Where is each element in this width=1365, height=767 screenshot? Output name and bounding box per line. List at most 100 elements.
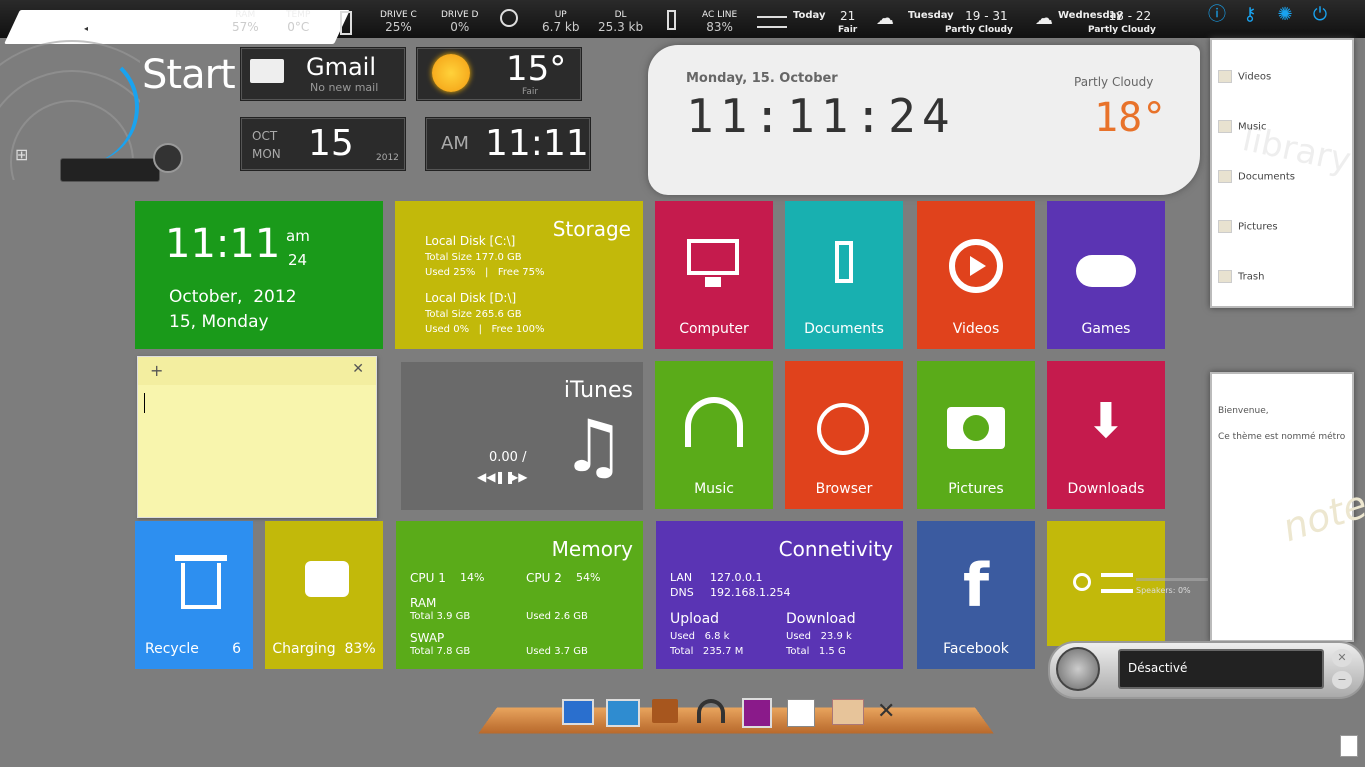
lan-label: LAN xyxy=(670,571,693,584)
date-widget: OCT MON 15 2012 xyxy=(241,118,405,170)
browser-tile[interactable]: Browser xyxy=(785,361,903,509)
dock-headphones-icon[interactable] xyxy=(697,699,725,723)
wind-icon xyxy=(757,16,787,28)
sticky-note[interactable]: + ✕ xyxy=(137,356,377,518)
notes-line1: Bienvenue, xyxy=(1218,406,1269,416)
notes-line2: Ce thème est nommé métro xyxy=(1218,432,1346,442)
notes-watermark: note xyxy=(1277,481,1365,551)
voice-close-icon[interactable]: ✕ xyxy=(1332,649,1352,667)
voice-status: Désactivé xyxy=(1128,661,1188,675)
swap-used: Used 3.7 GB xyxy=(526,646,588,657)
pictures-tile[interactable]: Pictures xyxy=(917,361,1035,509)
storage-tile[interactable]: Storage Local Disk [C:\] Total Size 177.… xyxy=(395,201,643,349)
recycle-tile[interactable]: Recycle 6 xyxy=(135,521,253,669)
facebook-tile[interactable]: f Facebook xyxy=(917,521,1035,669)
trash-lid xyxy=(175,555,227,561)
camera-lens xyxy=(963,415,989,441)
browser-label: Browser xyxy=(815,481,873,497)
windows-logo-icon[interactable]: ⊞ xyxy=(15,145,28,164)
dock-photo-icon[interactable] xyxy=(606,699,640,727)
tile-clock-seconds: 24 xyxy=(288,251,308,269)
videos-label: Videos xyxy=(952,321,1000,337)
prev-icon[interactable]: ◀◀ xyxy=(477,470,495,484)
recycle-bin-icon[interactable] xyxy=(1340,735,1358,757)
gamepad-icon xyxy=(1076,255,1136,287)
music-note-icon: ♫ xyxy=(561,404,626,488)
dock-calendar-icon[interactable] xyxy=(787,699,815,727)
computer-tile[interactable]: Computer xyxy=(655,201,773,349)
facebook-icon: f xyxy=(962,551,990,621)
radar-display xyxy=(60,158,160,182)
date-day: 15 xyxy=(308,123,354,164)
key-icon[interactable]: ⚷ xyxy=(1240,5,1260,25)
text-cursor[interactable] xyxy=(144,393,145,413)
library-item-documents[interactable]: Documents xyxy=(1218,170,1295,183)
memory-tile[interactable]: Memory CPU 1 14% CPU 2 54% RAM Total 3.9… xyxy=(396,521,643,669)
headphones-icon xyxy=(685,397,743,447)
gmail-title: Gmail xyxy=(306,53,377,81)
document-icon xyxy=(835,241,853,283)
corner-tab-arrow: ◂ xyxy=(84,24,89,33)
library-item-music[interactable]: Music xyxy=(1218,120,1266,133)
radar-knob[interactable] xyxy=(153,143,183,173)
power-icon[interactable]: ⏻ xyxy=(1310,5,1330,25)
stat-drive-d: DRIVE D 0% xyxy=(441,10,479,34)
upload-label: Upload xyxy=(670,611,720,627)
downloads-label: Downloads xyxy=(1067,481,1145,497)
paper-clock-widget: Monday, 15. October 11:11:24 Partly Clou… xyxy=(648,45,1200,195)
weather-temp: 15° xyxy=(506,49,567,89)
paper-time: 11:11:24 xyxy=(686,89,956,143)
paper-date: Monday, 15. October xyxy=(686,71,838,86)
play-triangle xyxy=(970,256,986,276)
gmail-widget[interactable]: Gmail No new mail xyxy=(241,48,405,100)
battery-icon xyxy=(667,10,676,30)
library-item-trash[interactable]: Trash xyxy=(1218,270,1264,283)
dock-shelf xyxy=(478,707,994,734)
voice-minimize-icon[interactable]: − xyxy=(1332,671,1352,689)
volume-tile[interactable] xyxy=(1047,521,1165,646)
storage-c-total: Total Size 177.0 GB xyxy=(425,252,522,263)
download-icon: ⬇ xyxy=(1085,393,1127,449)
videos-tile[interactable]: Videos xyxy=(917,201,1035,349)
globe-icon xyxy=(500,9,518,27)
dock-tools-icon[interactable]: ✕ xyxy=(877,699,905,725)
time-widget: AM 11:11 xyxy=(426,118,590,170)
globe-icon xyxy=(817,403,869,455)
stat-ac-line: AC LINE 83% xyxy=(702,10,738,34)
itunes-tile[interactable]: iTunes ♫ 0.00 / ◀◀ ❚❚ ▶▶ xyxy=(401,362,643,510)
computer-label: Computer xyxy=(679,321,749,337)
clock-tile[interactable]: 11:11 am 24 October, 2012 15, Monday xyxy=(135,201,383,349)
downloads-tile[interactable]: ⬇ Downloads xyxy=(1047,361,1165,509)
close-note-icon[interactable]: ✕ xyxy=(352,361,364,377)
storage-d-total: Total Size 265.6 GB xyxy=(425,309,522,320)
ram-label: RAM xyxy=(410,596,437,610)
dock-monitor-icon[interactable] xyxy=(562,699,594,725)
equalizer-icon xyxy=(1101,573,1133,593)
date-month: OCT xyxy=(252,129,278,143)
paper-condition: Partly Cloudy xyxy=(1074,75,1154,89)
stat-ram: RAM 57% xyxy=(232,10,259,34)
library-item-videos[interactable]: Videos xyxy=(1218,70,1271,83)
music-tile[interactable]: Music xyxy=(655,361,773,509)
charging-tile[interactable]: Charging 83% xyxy=(265,521,383,669)
time-value: 11:11 xyxy=(485,123,589,164)
date-weekday: MON xyxy=(252,147,281,161)
speakers-slider[interactable] xyxy=(1136,578,1208,581)
games-tile[interactable]: Games xyxy=(1047,201,1165,349)
weather-widget: 15° Fair xyxy=(417,48,581,100)
music-label: Music xyxy=(694,481,734,497)
settings-icon[interactable]: ✺ xyxy=(1275,5,1295,25)
microphone-button[interactable] xyxy=(1056,647,1100,691)
dock-box-icon[interactable] xyxy=(652,699,678,723)
next-icon[interactable]: ▶▶ xyxy=(509,470,527,484)
cpu1-value: 14% xyxy=(460,571,485,584)
connectivity-tile[interactable]: Connetivity LAN 127.0.0.1 DNS 192.168.1.… xyxy=(656,521,903,669)
dock-vs-icon[interactable] xyxy=(742,698,772,728)
stat-upload: UP 6.7 kb xyxy=(542,10,580,34)
info-icon[interactable]: ⓘ xyxy=(1207,5,1227,25)
add-note-icon[interactable]: + xyxy=(150,361,163,380)
documents-tile[interactable]: Documents xyxy=(785,201,903,349)
library-item-pictures[interactable]: Pictures xyxy=(1218,220,1278,233)
dock-mail-icon[interactable] xyxy=(832,699,864,725)
start-title: Start xyxy=(142,52,236,98)
